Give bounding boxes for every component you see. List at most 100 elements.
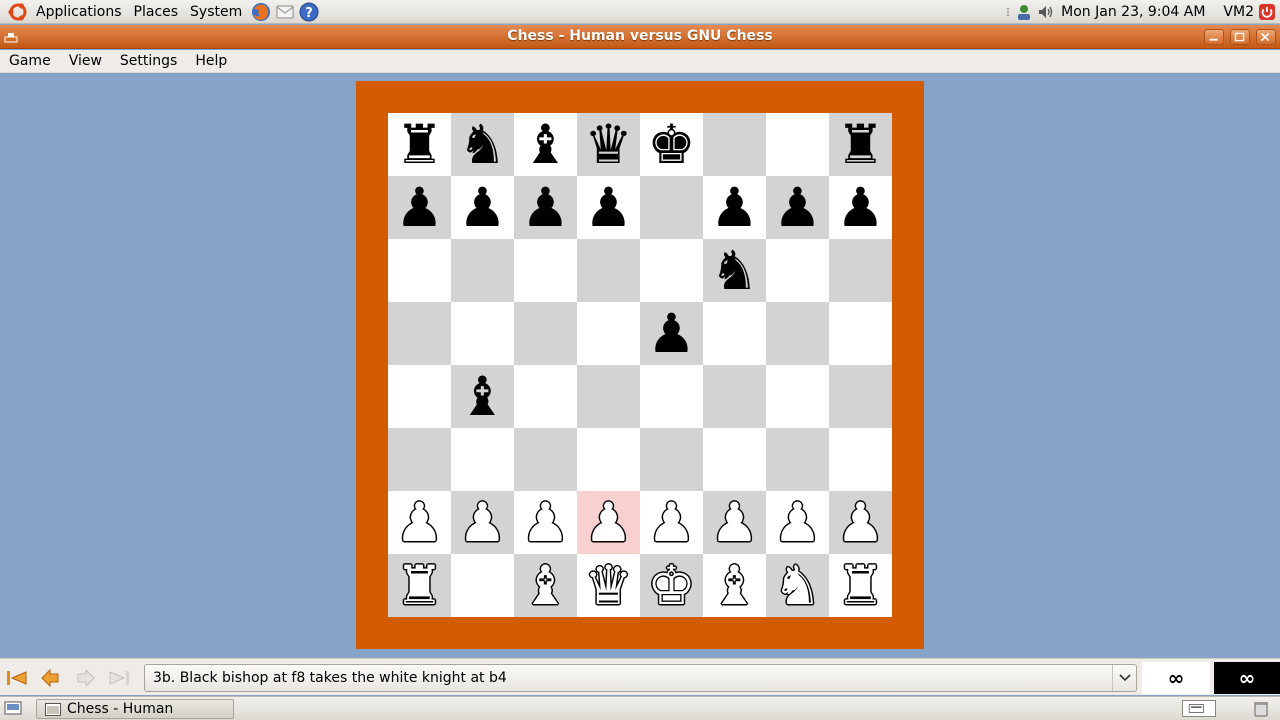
square-d6[interactable] <box>577 239 640 302</box>
square-e6[interactable] <box>640 239 703 302</box>
white-pawn-icon[interactable]: ♟ <box>710 491 758 554</box>
square-e7[interactable] <box>640 176 703 239</box>
square-a4[interactable] <box>388 365 451 428</box>
square-d2[interactable]: ♟ <box>577 491 640 554</box>
square-e5[interactable]: ♟ <box>640 302 703 365</box>
network-icon[interactable] <box>1015 3 1033 21</box>
square-h5[interactable] <box>829 302 892 365</box>
square-a2[interactable]: ♟ <box>388 491 451 554</box>
square-h7[interactable]: ♟ <box>829 176 892 239</box>
square-a7[interactable]: ♟ <box>388 176 451 239</box>
white-bishop-icon[interactable]: ♝ <box>521 554 569 617</box>
help-icon[interactable]: ? <box>298 1 320 23</box>
white-pawn-icon[interactable]: ♟ <box>458 491 506 554</box>
square-g2[interactable]: ♟ <box>766 491 829 554</box>
black-pawn-icon[interactable]: ♟ <box>710 176 758 239</box>
square-c2[interactable]: ♟ <box>514 491 577 554</box>
square-f7[interactable]: ♟ <box>703 176 766 239</box>
square-h4[interactable] <box>829 365 892 428</box>
close-button[interactable] <box>1256 29 1276 45</box>
black-pawn-icon[interactable]: ♟ <box>395 176 443 239</box>
black-knight-icon[interactable]: ♞ <box>458 113 506 176</box>
white-rook-icon[interactable]: ♜ <box>395 554 443 617</box>
applications-menu[interactable]: Applications <box>30 0 128 24</box>
black-bishop-icon[interactable]: ♝ <box>458 365 506 428</box>
square-h2[interactable]: ♟ <box>829 491 892 554</box>
trash-icon[interactable] <box>1252 700 1270 717</box>
next-move-button[interactable] <box>70 664 100 691</box>
square-g1[interactable]: ♞ <box>766 554 829 617</box>
square-c3[interactable] <box>514 428 577 491</box>
black-pawn-icon[interactable]: ♟ <box>584 176 632 239</box>
square-f6[interactable]: ♞ <box>703 239 766 302</box>
square-f5[interactable] <box>703 302 766 365</box>
chess-board[interactable]: ♜ ♞ ♝ ♛ ♚ ♜ ♟ ♟ ♟ ♟ ♟ ♟ ♟ ♞ ♟ ♝ ♟ ♟ ♟ ♟ ♟ ♟ ♟ ♟ ♜ ♝ ♛ ♚ ♝ ♞ ♜ <box>388 113 892 617</box>
firefox-icon[interactable] <box>250 1 272 23</box>
square-h3[interactable] <box>829 428 892 491</box>
square-f3[interactable] <box>703 428 766 491</box>
first-move-button[interactable] <box>2 664 32 691</box>
taskbar-button-chess[interactable]: Chess - Human versus... <box>36 699 234 720</box>
square-d1[interactable]: ♛ <box>577 554 640 617</box>
black-rook-icon[interactable]: ♜ <box>395 113 443 176</box>
square-e8[interactable]: ♚ <box>640 113 703 176</box>
square-e3[interactable] <box>640 428 703 491</box>
menu-game[interactable]: Game <box>0 50 60 72</box>
ubuntu-logo-icon[interactable] <box>8 2 28 22</box>
menu-help[interactable]: Help <box>186 50 236 72</box>
square-f4[interactable] <box>703 365 766 428</box>
square-e1[interactable]: ♚ <box>640 554 703 617</box>
square-c8[interactable]: ♝ <box>514 113 577 176</box>
square-d7[interactable]: ♟ <box>577 176 640 239</box>
white-pawn-icon[interactable]: ♟ <box>773 491 821 554</box>
window-titlebar[interactable]: Chess - Human versus GNU Chess <box>0 25 1280 49</box>
square-f2[interactable]: ♟ <box>703 491 766 554</box>
maximize-button[interactable] <box>1230 29 1250 45</box>
square-b2[interactable]: ♟ <box>451 491 514 554</box>
white-pawn-icon[interactable]: ♟ <box>521 491 569 554</box>
black-rook-icon[interactable]: ♜ <box>836 113 884 176</box>
black-bishop-icon[interactable]: ♝ <box>521 113 569 176</box>
square-e4[interactable] <box>640 365 703 428</box>
white-pawn-icon[interactable]: ♟ <box>395 491 443 554</box>
square-a8[interactable]: ♜ <box>388 113 451 176</box>
square-b8[interactable]: ♞ <box>451 113 514 176</box>
square-e2[interactable]: ♟ <box>640 491 703 554</box>
black-pawn-icon[interactable]: ♟ <box>521 176 569 239</box>
square-c7[interactable]: ♟ <box>514 176 577 239</box>
menu-view[interactable]: View <box>60 50 111 72</box>
black-pawn-icon[interactable]: ♟ <box>647 302 695 365</box>
mail-icon[interactable] <box>274 1 296 23</box>
white-pawn-icon[interactable]: ♟ <box>647 491 695 554</box>
black-knight-icon[interactable]: ♞ <box>710 239 758 302</box>
places-menu[interactable]: Places <box>128 0 185 24</box>
user-menu[interactable]: VM2 <box>1217 0 1256 24</box>
square-a1[interactable]: ♜ <box>388 554 451 617</box>
square-c1[interactable]: ♝ <box>514 554 577 617</box>
black-king-icon[interactable]: ♚ <box>647 113 695 176</box>
square-h8[interactable]: ♜ <box>829 113 892 176</box>
move-history-select[interactable]: 3b. Black bishop at f8 takes the white k… <box>144 664 1137 692</box>
square-b4[interactable]: ♝ <box>451 365 514 428</box>
square-g4[interactable] <box>766 365 829 428</box>
white-queen-icon[interactable]: ♛ <box>584 554 632 617</box>
square-d5[interactable] <box>577 302 640 365</box>
black-pawn-icon[interactable]: ♟ <box>836 176 884 239</box>
square-a5[interactable] <box>388 302 451 365</box>
menu-settings[interactable]: Settings <box>111 50 186 72</box>
square-g6[interactable] <box>766 239 829 302</box>
white-pawn-icon[interactable]: ♟ <box>836 491 884 554</box>
previous-move-button[interactable] <box>36 664 66 691</box>
white-pawn-icon[interactable]: ♟ <box>584 491 632 554</box>
square-d4[interactable] <box>577 365 640 428</box>
black-pawn-icon[interactable]: ♟ <box>773 176 821 239</box>
square-g5[interactable] <box>766 302 829 365</box>
square-f8[interactable] <box>703 113 766 176</box>
square-c6[interactable] <box>514 239 577 302</box>
square-b3[interactable] <box>451 428 514 491</box>
square-b6[interactable] <box>451 239 514 302</box>
square-c5[interactable] <box>514 302 577 365</box>
square-b5[interactable] <box>451 302 514 365</box>
last-move-button[interactable] <box>104 664 134 691</box>
square-g3[interactable] <box>766 428 829 491</box>
